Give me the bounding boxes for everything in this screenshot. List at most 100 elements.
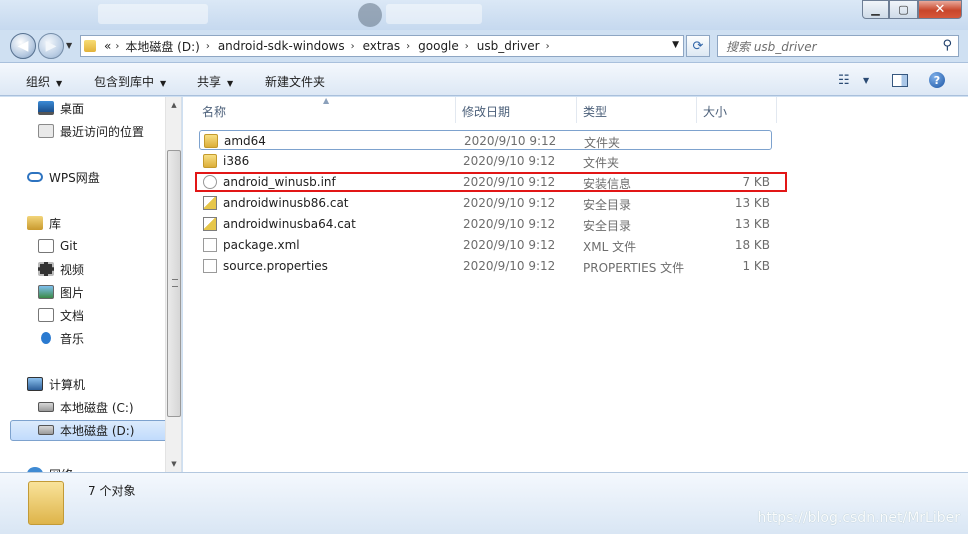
- column-header-size[interactable]: 大小: [703, 103, 727, 120]
- file-row[interactable]: package.xml 2020/9/10 9:12 XML 文件 18 KB: [199, 235, 772, 255]
- file-row[interactable]: androidwinusba64.cat 2020/9/10 9:12 安全目录…: [199, 214, 772, 234]
- new-folder-button[interactable]: 新建文件夹: [265, 73, 325, 90]
- sidebar-item-label: 计算机: [49, 377, 86, 392]
- forward-button[interactable]: ▶: [38, 33, 64, 59]
- file-row[interactable]: source.properties 2020/9/10 9:12 PROPERT…: [199, 256, 772, 276]
- sidebar-item-wps-cloud[interactable]: WPS网盘: [27, 167, 100, 187]
- column-divider[interactable]: [576, 97, 577, 123]
- chevron-down-icon: ▼: [160, 79, 167, 88]
- file-name: i386: [223, 154, 250, 168]
- sidebar-item-documents[interactable]: 文档: [38, 305, 84, 325]
- sidebar-item-label: 最近访问的位置: [60, 124, 145, 139]
- file-size: 13 KB: [734, 217, 770, 231]
- refresh-icon: ⟳: [692, 38, 704, 54]
- catalog-icon: [203, 196, 217, 210]
- computer-icon: [27, 377, 43, 391]
- include-in-library-menu[interactable]: 包含到库中 ▼: [94, 73, 166, 90]
- breadcrumb-item[interactable]: extras: [361, 39, 401, 53]
- back-button[interactable]: ◀: [10, 33, 36, 59]
- sidebar-item-label: 库: [49, 216, 62, 231]
- file-type: 安全目录: [583, 219, 632, 233]
- cloud-icon: [27, 172, 43, 182]
- sidebar-item-libraries[interactable]: 库: [27, 213, 61, 233]
- breadcrumb-item[interactable]: google: [416, 39, 459, 53]
- sidebar-item-recent[interactable]: 最近访问的位置: [38, 121, 144, 141]
- file-type: XML 文件: [583, 240, 637, 254]
- search-input[interactable]: 搜索 usb_driver ⚲: [717, 35, 959, 57]
- file-row[interactable]: androidwinusb86.cat 2020/9/10 9:12 安全目录 …: [199, 193, 772, 213]
- sort-ascending-icon: ▲: [323, 96, 330, 105]
- column-divider[interactable]: [455, 97, 456, 123]
- preview-pane-icon[interactable]: [892, 74, 908, 87]
- column-header-type[interactable]: 类型: [583, 103, 607, 120]
- navigation-pane: 桌面 最近访问的位置 WPS网盘 库 Git 视频 图片 文档 音乐 计算机 本…: [0, 97, 182, 472]
- folder-icon: [28, 481, 64, 525]
- address-bar[interactable]: « › 本地磁盘 (D:) › android-sdk-windows › ex…: [80, 35, 684, 57]
- sidebar-item-pictures[interactable]: 图片: [38, 282, 84, 302]
- maximize-button[interactable]: ▢: [889, 0, 918, 19]
- breadcrumb-item[interactable]: android-sdk-windows: [216, 39, 345, 53]
- file-name: androidwinusba64.cat: [223, 217, 356, 231]
- view-options-icon[interactable]: ☷: [838, 73, 850, 88]
- sidebar-item-drive-c[interactable]: 本地磁盘 (C:): [38, 397, 134, 417]
- title-bar: ▁ ▢ ✕: [0, 0, 968, 30]
- breadcrumb-separator[interactable]: ›: [111, 41, 123, 52]
- breadcrumb-separator[interactable]: ›: [459, 41, 475, 52]
- search-icon[interactable]: ⚲: [942, 38, 952, 53]
- forward-arrow-icon: ▶: [45, 38, 57, 54]
- organize-label: 组织: [26, 75, 51, 89]
- folder-icon: [84, 40, 96, 52]
- details-pane: 7 个对象 https://blog.csdn.net/MrLiber: [0, 472, 968, 534]
- drive-d-icon: [38, 425, 54, 435]
- file-row[interactable]: amd64 2020/9/10 9:12 文件夹: [199, 130, 772, 150]
- sidebar-item-computer[interactable]: 计算机: [27, 374, 85, 394]
- column-header-modified[interactable]: 修改日期: [462, 103, 510, 120]
- view-dropdown[interactable]: ▼: [863, 76, 869, 85]
- back-arrow-icon: ◀: [17, 38, 29, 54]
- sidebar-item-videos[interactable]: 视频: [38, 259, 84, 279]
- file-type: 文件夹: [583, 156, 620, 170]
- breadcrumb-separator[interactable]: ›: [200, 41, 216, 52]
- file-date: 2020/9/10 9:12: [463, 259, 556, 273]
- share-menu[interactable]: 共享 ▼: [197, 73, 233, 90]
- breadcrumb-separator[interactable]: ›: [540, 41, 556, 52]
- navigation-scrollbar[interactable]: ▲ ▼: [165, 97, 181, 472]
- sidebar-item-label: WPS网盘: [49, 170, 100, 185]
- scroll-down-icon[interactable]: ▼: [166, 456, 181, 472]
- command-bar: 组织 ▼ 包含到库中 ▼ 共享 ▼ 新建文件夹 ☷ ▼ ?: [0, 62, 968, 96]
- breadcrumb-separator[interactable]: ›: [345, 41, 361, 52]
- minimize-button[interactable]: ▁: [862, 0, 889, 19]
- chevron-down-icon: ▼: [227, 79, 234, 88]
- sidebar-item-label: 文档: [60, 308, 85, 323]
- file-date: 2020/9/10 9:12: [463, 238, 556, 252]
- file-row[interactable]: i386 2020/9/10 9:12 文件夹: [199, 151, 772, 171]
- drive-c-icon: [38, 402, 54, 412]
- help-icon[interactable]: ?: [929, 72, 945, 88]
- breadcrumb-overflow[interactable]: «: [102, 39, 111, 53]
- address-history-dropdown[interactable]: ▼: [672, 40, 679, 50]
- breadcrumb-item[interactable]: 本地磁盘 (D:): [123, 38, 199, 55]
- sidebar-item-music[interactable]: 音乐: [38, 328, 84, 348]
- sidebar-item-drive-d[interactable]: 本地磁盘 (D:): [38, 420, 134, 440]
- sidebar-item-desktop[interactable]: 桌面: [38, 98, 84, 118]
- close-button[interactable]: ✕: [918, 0, 962, 19]
- recent-pages-dropdown[interactable]: ▼: [66, 41, 72, 50]
- sidebar-item-network[interactable]: 网络: [27, 464, 73, 472]
- share-label: 共享: [197, 75, 222, 89]
- file-date: 2020/9/10 9:12: [463, 154, 556, 168]
- column-divider[interactable]: [696, 97, 697, 123]
- refresh-button[interactable]: ⟳: [686, 35, 710, 57]
- scroll-up-icon[interactable]: ▲: [166, 97, 181, 113]
- file-icon: [203, 259, 217, 273]
- desktop-icon: [38, 101, 54, 115]
- organize-menu[interactable]: 组织 ▼: [26, 73, 62, 90]
- column-header-name[interactable]: 名称: [202, 103, 226, 120]
- breadcrumb-separator[interactable]: ›: [400, 41, 416, 52]
- scrollbar-thumb[interactable]: [167, 150, 181, 417]
- video-icon: [38, 262, 54, 276]
- column-divider[interactable]: [776, 97, 777, 123]
- breadcrumb-item[interactable]: usb_driver: [475, 39, 540, 53]
- sidebar-item-label: 本地磁盘 (C:): [60, 400, 134, 415]
- sidebar-item-git[interactable]: Git: [38, 236, 77, 256]
- chevron-down-icon: ▼: [56, 79, 63, 88]
